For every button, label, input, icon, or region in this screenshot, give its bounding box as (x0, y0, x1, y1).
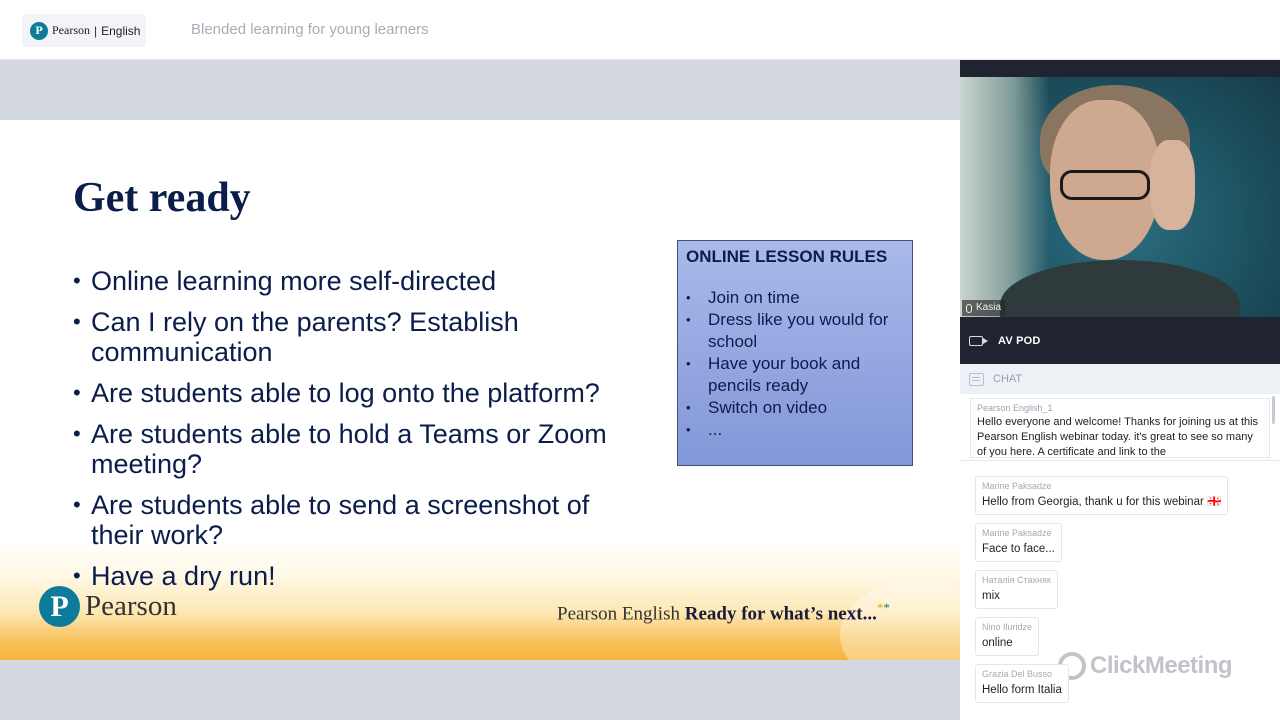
rules-item: Switch on video (686, 397, 904, 419)
pinned-message: Pearson English_1 Hello everyone and wel… (970, 398, 1270, 458)
rules-title: ONLINE LESSON RULES (686, 247, 888, 266)
brand-name: Pearson (52, 23, 90, 37)
side-panel: Kasia AV POD CHAT Pearson English_1 Hell… (960, 60, 1280, 720)
message-author: Pearson English_1 (977, 403, 1053, 413)
rules-item: Join on time (686, 287, 904, 309)
presenter-glasses (1060, 170, 1150, 200)
message-author: Grazia Del Busso (982, 669, 1053, 679)
camera-icon (969, 335, 988, 346)
presentation-slide: Get ready Online learning more self-dire… (0, 120, 960, 660)
presenter-name-tag: Kasia (962, 300, 1006, 316)
rules-item: Dress like you would for school (686, 309, 904, 353)
pinned-scrollbar[interactable] (1272, 396, 1275, 424)
pearson-logo-icon: P (39, 586, 80, 627)
presentation-stage: Get ready Online learning more self-dire… (0, 60, 960, 720)
tagline-brand: Pearson English (557, 603, 680, 625)
slide-bullet: Are students able to hold a Teams or Zoo… (73, 419, 643, 479)
lesson-rules-box: ONLINE LESSON RULES Join on time Dress l… (677, 240, 913, 466)
av-pod-header[interactable]: AV POD (960, 317, 1280, 364)
tagline-star-icon: * (883, 600, 890, 615)
clickmeeting-watermark: ClickMeeting (1058, 652, 1233, 680)
slide-bullet: Are students able to send a screenshot o… (73, 490, 643, 550)
message-author: Marine Paksadze (982, 481, 1052, 491)
chat-label: CHAT (993, 373, 1023, 385)
presenter-name: Kasia (976, 302, 1002, 313)
message-author: Наталія Стахняк (982, 575, 1051, 585)
event-title: Blended learning for young learners (191, 21, 429, 38)
pearson-footer-logo: P Pearson (39, 586, 177, 627)
rules-item: ... (686, 419, 904, 441)
chat-message: Наталія Стахняк mix (975, 570, 1058, 609)
pearson-logo-icon: P (30, 21, 48, 40)
chat-message: Nino Iluridze online (975, 617, 1040, 656)
pearson-tagline: Pearson English Ready for what’s next...… (557, 600, 890, 625)
pearson-wordmark: Pearson (85, 590, 177, 622)
message-author: Marine Paksadze (982, 528, 1052, 538)
top-bar: P Pearson | English Blended learning for… (0, 0, 1280, 60)
rules-list: Join on time Dress like you would for sc… (686, 287, 904, 441)
message-text: Face to face... (982, 543, 1055, 555)
message-text: Hello from Georgia, thank u for this web… (982, 496, 1222, 508)
message-text: online (982, 637, 1013, 649)
microphone-icon (966, 303, 972, 313)
video-top-strip (960, 60, 1280, 77)
chat-divider (960, 460, 1280, 461)
slide-title: Get ready (73, 175, 251, 221)
chat-body[interactable]: Pearson English_1 Hello everyone and wel… (960, 394, 1280, 720)
presenter-hand (1150, 140, 1195, 230)
slide-bullet: Online learning more self-directed (73, 266, 643, 296)
chat-message: Marine Paksadze Hello from Georgia, than… (975, 476, 1229, 515)
message-author: Nino Iluridze (982, 622, 1033, 632)
av-pod-label: AV POD (998, 334, 1041, 347)
pearson-english-logo[interactable]: P Pearson | English (22, 14, 146, 47)
message-text: mix (982, 590, 1000, 602)
chat-header[interactable]: CHAT (960, 364, 1280, 394)
slide-bullet-list: Online learning more self-directed Can I… (73, 266, 643, 602)
chat-icon (969, 372, 984, 386)
presenter-video[interactable]: Kasia (960, 60, 1280, 317)
message-text: Hello everyone and welcome! Thanks for j… (977, 416, 1259, 458)
chat-message: Grazia Del Busso Hello form Italia (975, 664, 1069, 703)
slide-bullet: Are students able to log onto the platfo… (73, 378, 643, 408)
rules-item: Have your book and pencils ready (686, 353, 904, 397)
brand-sub: English (101, 23, 141, 38)
message-text: Hello form Italia (982, 684, 1062, 696)
slide-bullet: Can I rely on the parents? Establish com… (73, 307, 643, 367)
tagline-slogan: Ready for what’s next... (684, 603, 877, 625)
brand-separator: | (94, 23, 98, 38)
chat-message: Marine Paksadze Face to face... (975, 523, 1062, 562)
watermark-text: ClickMeeting (1090, 652, 1233, 679)
